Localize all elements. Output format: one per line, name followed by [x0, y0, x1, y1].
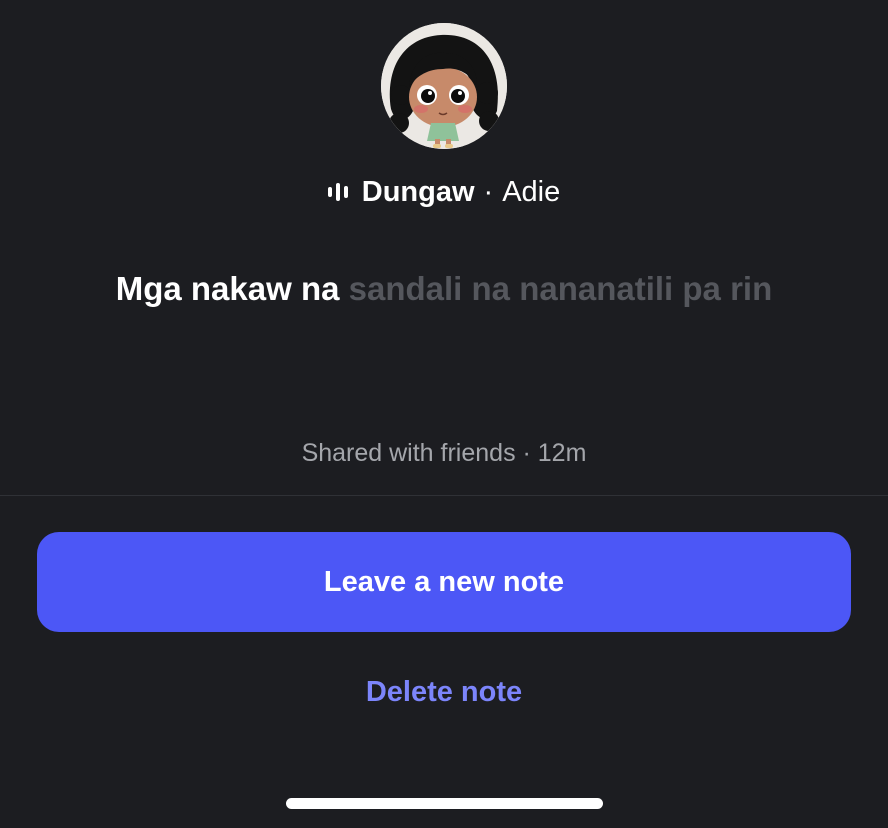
divider	[0, 495, 888, 496]
note-lyric: Mga nakaw na sandali na nananatili pa ri…	[90, 264, 798, 313]
song-artist: Adie	[502, 176, 561, 208]
note-meta: Shared with friends · 12m	[301, 439, 587, 467]
song-title: Dungaw	[361, 176, 475, 208]
song-info[interactable]: Dungaw · Adie	[0, 172, 888, 212]
avatar[interactable]	[381, 23, 507, 149]
lyric-unsung-text: sandali na nananatili pa rin	[348, 270, 773, 307]
home-indicator[interactable]	[286, 798, 603, 809]
leave-new-note-button[interactable]: Leave a new note	[37, 532, 851, 632]
avatar-illustration	[381, 23, 507, 149]
song-separator: ·	[483, 176, 494, 208]
delete-note-button[interactable]: Delete note	[0, 668, 888, 716]
audio-bars-icon	[327, 182, 348, 202]
lyric-sung-text: Mga nakaw na	[115, 270, 340, 307]
